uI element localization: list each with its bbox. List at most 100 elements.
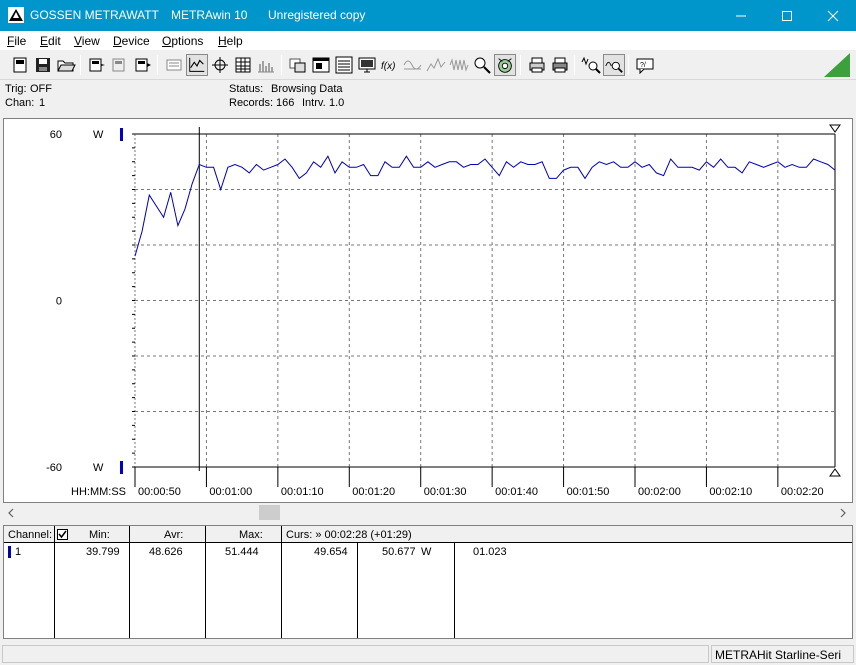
column-divider <box>205 526 206 638</box>
menu-device[interactable]: Device <box>113 34 150 48</box>
maximize-button[interactable] <box>764 0 810 31</box>
y-unit-label: W <box>93 462 104 474</box>
save-icon[interactable] <box>32 54 54 76</box>
svg-text:?/: ?/ <box>640 62 646 69</box>
row-min: 39.799 <box>86 546 120 558</box>
line-chart[interactable]: 60 W 0 -60 W HH:MM:SS 00:00:50 00:01:00 00:01:1… <box>4 119 852 502</box>
row-avr: 48.626 <box>149 546 183 558</box>
status-value: Browsing Data <box>271 83 343 95</box>
toolbar-separator <box>520 55 521 75</box>
row-max: 51.444 <box>225 546 259 558</box>
row-cursor2: 50.677 <box>382 546 416 558</box>
table-icon[interactable] <box>232 54 254 76</box>
statistics-table: Channel: Min: Avr: Max: Curs: » 00:02:28… <box>3 525 853 639</box>
brand-title: GOSSEN METRAWATT <box>30 8 159 22</box>
x-tick-label: 00:00:50 <box>138 486 181 498</box>
auto-scale-icon[interactable] <box>494 54 516 76</box>
menu-help[interactable]: Help <box>218 34 243 48</box>
app-logo-icon <box>8 7 24 23</box>
menu-edit[interactable]: Edit <box>40 34 61 48</box>
print-icon[interactable] <box>549 54 571 76</box>
x-tick-label: 00:01:30 <box>424 486 467 498</box>
cursor-bottom-marker <box>829 468 841 477</box>
x-tick-label: 00:01:00 <box>209 486 252 498</box>
status-pane-main <box>2 645 709 663</box>
toolbar: f(x) ?/ <box>0 50 856 80</box>
menu-view[interactable]: View <box>74 34 100 48</box>
series-line <box>134 155 836 257</box>
open-folder-icon[interactable] <box>55 54 77 76</box>
title-bar: GOSSEN METRAWATT METRAwin 10 Unregistere… <box>0 0 856 31</box>
status-bar: METRAHit Starline-Seri <box>0 643 856 665</box>
y-tick-label: -60 <box>46 462 62 474</box>
scale-top-marker <box>120 128 123 141</box>
x-tick-label: 00:01:40 <box>495 486 538 498</box>
x-tick-label: 00:01:10 <box>281 486 324 498</box>
x-tick-label: 00:01:50 <box>567 486 610 498</box>
table-header: Channel: Min: Avr: Max: Curs: » 00:02:28… <box>4 526 852 543</box>
column-divider <box>54 526 55 638</box>
row-channel: 1 <box>15 546 22 558</box>
minimize-button[interactable] <box>718 0 764 31</box>
window-cascade-icon[interactable] <box>287 54 309 76</box>
new-file-icon[interactable] <box>9 54 31 76</box>
keypad-icon[interactable] <box>163 54 185 76</box>
about-icon[interactable]: ?/ <box>634 54 656 76</box>
print-preview-icon[interactable] <box>526 54 548 76</box>
device-name: METRAHit Starline-Seri <box>715 648 842 662</box>
menu-file[interactable]: File <box>7 34 26 48</box>
zoom-settings-icon[interactable] <box>471 54 493 76</box>
intrv-label: Intrv. <box>302 97 326 109</box>
column-divider <box>357 543 358 638</box>
brand-triangle-icon <box>824 53 850 77</box>
device-read-icon[interactable] <box>86 54 108 76</box>
list-view-icon[interactable] <box>333 54 355 76</box>
scroll-right-icon[interactable] <box>839 508 847 518</box>
close-button[interactable] <box>810 0 856 31</box>
column-divider <box>454 543 455 638</box>
toolbar-separator <box>281 55 282 75</box>
device-settings-icon[interactable] <box>109 54 131 76</box>
channel-color-marker <box>8 546 11 558</box>
zoom-chart-icon[interactable] <box>603 54 625 76</box>
column-divider <box>129 526 130 638</box>
chart-series <box>134 155 836 257</box>
scroll-thumb[interactable] <box>259 505 280 520</box>
x-tick-label: 00:02:20 <box>781 486 824 498</box>
minimize-icon <box>736 15 746 16</box>
chan-label: Chan: <box>5 97 35 109</box>
scroll-left-icon[interactable] <box>7 508 15 518</box>
row-cursor1: 49.654 <box>314 546 348 558</box>
x-tick-label: 00:02:00 <box>638 486 681 498</box>
header-avr: Avr: <box>164 529 184 541</box>
waveform-icon[interactable] <box>448 54 470 76</box>
channel-checkbox[interactable] <box>57 529 68 540</box>
header-cursor: Curs: » 00:02:28 (+01:29) <box>286 529 412 541</box>
header-channel: Channel: <box>8 529 53 541</box>
chart-axes <box>120 124 841 487</box>
y-unit-label: W <box>93 129 104 141</box>
chan-value: 1 <box>39 97 46 109</box>
svg-text:f(x): f(x) <box>381 61 395 72</box>
checkmark-icon <box>58 530 67 539</box>
close-icon <box>827 10 839 21</box>
chart-panel[interactable]: 60 W 0 -60 W HH:MM:SS 00:00:50 00:01:00 00:01:1… <box>3 118 853 503</box>
zoom-in-chart-icon[interactable] <box>580 54 602 76</box>
cursor-top-marker <box>829 124 841 133</box>
window-tile-icon[interactable] <box>310 54 332 76</box>
peak-detect-icon[interactable] <box>425 54 447 76</box>
crosshair-icon[interactable] <box>209 54 231 76</box>
header-max: Max: <box>239 529 263 541</box>
x-axis-labels: HH:MM:SS 00:00:50 00:01:00 00:01:10 00:01:20… <box>71 486 824 498</box>
maximize-icon <box>782 10 792 21</box>
monitor-icon[interactable] <box>356 54 378 76</box>
sine-wave-icon[interactable] <box>402 54 424 76</box>
line-chart-icon[interactable] <box>186 54 208 76</box>
histogram-icon[interactable] <box>255 54 277 76</box>
menu-options[interactable]: Options <box>162 34 203 48</box>
device-send-icon[interactable] <box>132 54 154 76</box>
horizontal-scrollbar[interactable] <box>3 503 853 522</box>
formula-icon[interactable]: f(x) <box>379 54 401 76</box>
app-title: METRAwin 10 <box>171 8 248 22</box>
trig-label: Trig: <box>5 83 27 95</box>
